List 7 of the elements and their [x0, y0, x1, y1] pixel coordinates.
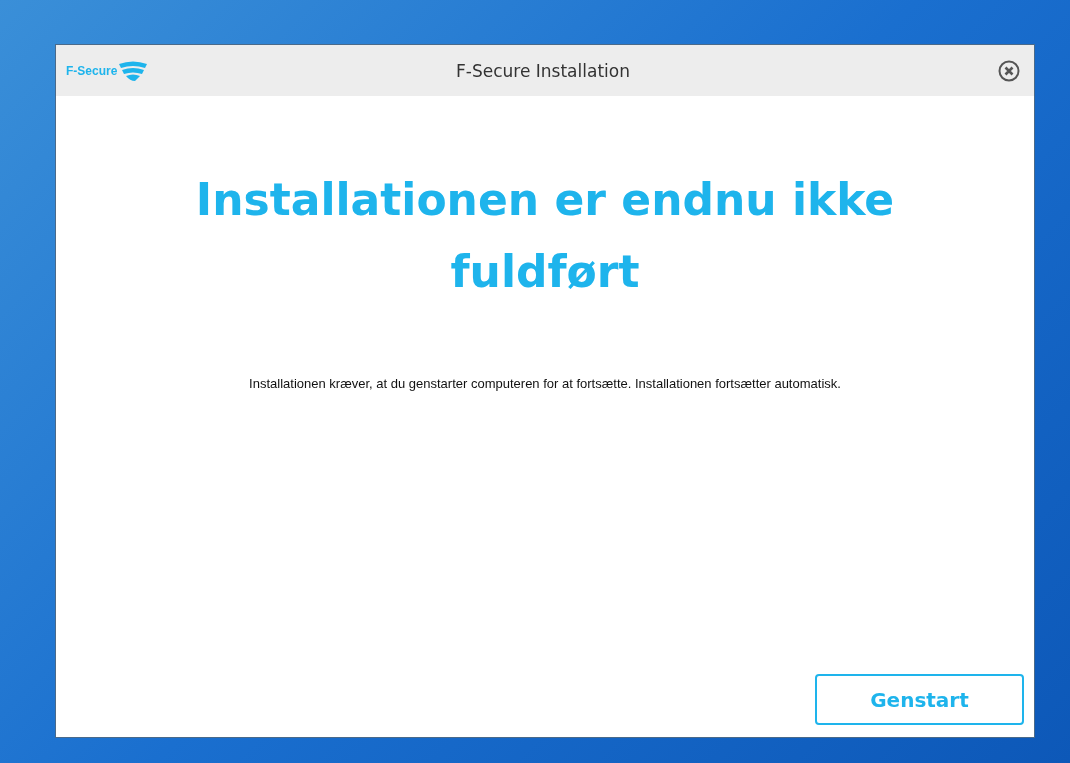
window-title: F-Secure Installation — [455, 60, 631, 81]
heading: Installationen er endnu ikke fuldført — [195, 173, 895, 299]
close-icon[interactable] — [998, 59, 1020, 82]
logo-text: F-Secure — [66, 63, 118, 78]
logo-icon — [118, 60, 149, 81]
restart-button[interactable]: Genstart — [815, 674, 1024, 725]
message-text: Installationen kræver, at du genstarter computeren for at fortsætte. Installationen fortsætter automatisk. — [248, 375, 842, 393]
